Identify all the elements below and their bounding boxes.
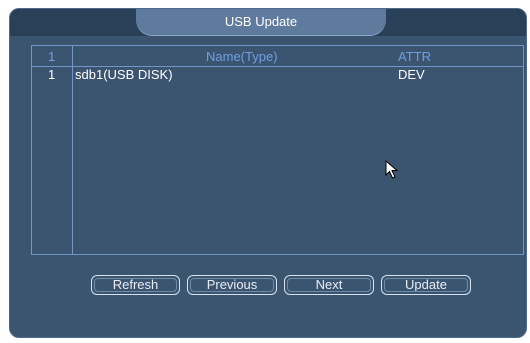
screen: USB Update 1 Name(Type) ATTR 1 sdb1(USB … xyxy=(0,0,530,343)
title-bar: USB Update xyxy=(10,9,526,36)
column-divider xyxy=(72,46,73,254)
title-tab: USB Update xyxy=(136,9,386,36)
update-button[interactable]: Update xyxy=(381,275,471,295)
column-header-index[interactable]: 1 xyxy=(48,50,55,64)
row-attr: DEV xyxy=(398,67,425,82)
column-header-attr[interactable]: ATTR xyxy=(398,50,431,64)
usb-device-list[interactable]: 1 Name(Type) ATTR 1 sdb1(USB DISK) DEV xyxy=(31,45,524,255)
previous-button[interactable]: Previous xyxy=(187,275,277,295)
column-header-name-type[interactable]: Name(Type) xyxy=(206,50,278,64)
refresh-button[interactable]: Refresh xyxy=(91,275,180,295)
dialog-title: USB Update xyxy=(224,14,298,29)
mouse-pointer-icon xyxy=(385,160,399,179)
next-button[interactable]: Next xyxy=(284,275,374,295)
row-index: 1 xyxy=(48,67,56,82)
usb-update-dialog: USB Update 1 Name(Type) ATTR 1 sdb1(USB … xyxy=(9,8,527,338)
row-name-type: sdb1(USB DISK) xyxy=(75,67,173,82)
